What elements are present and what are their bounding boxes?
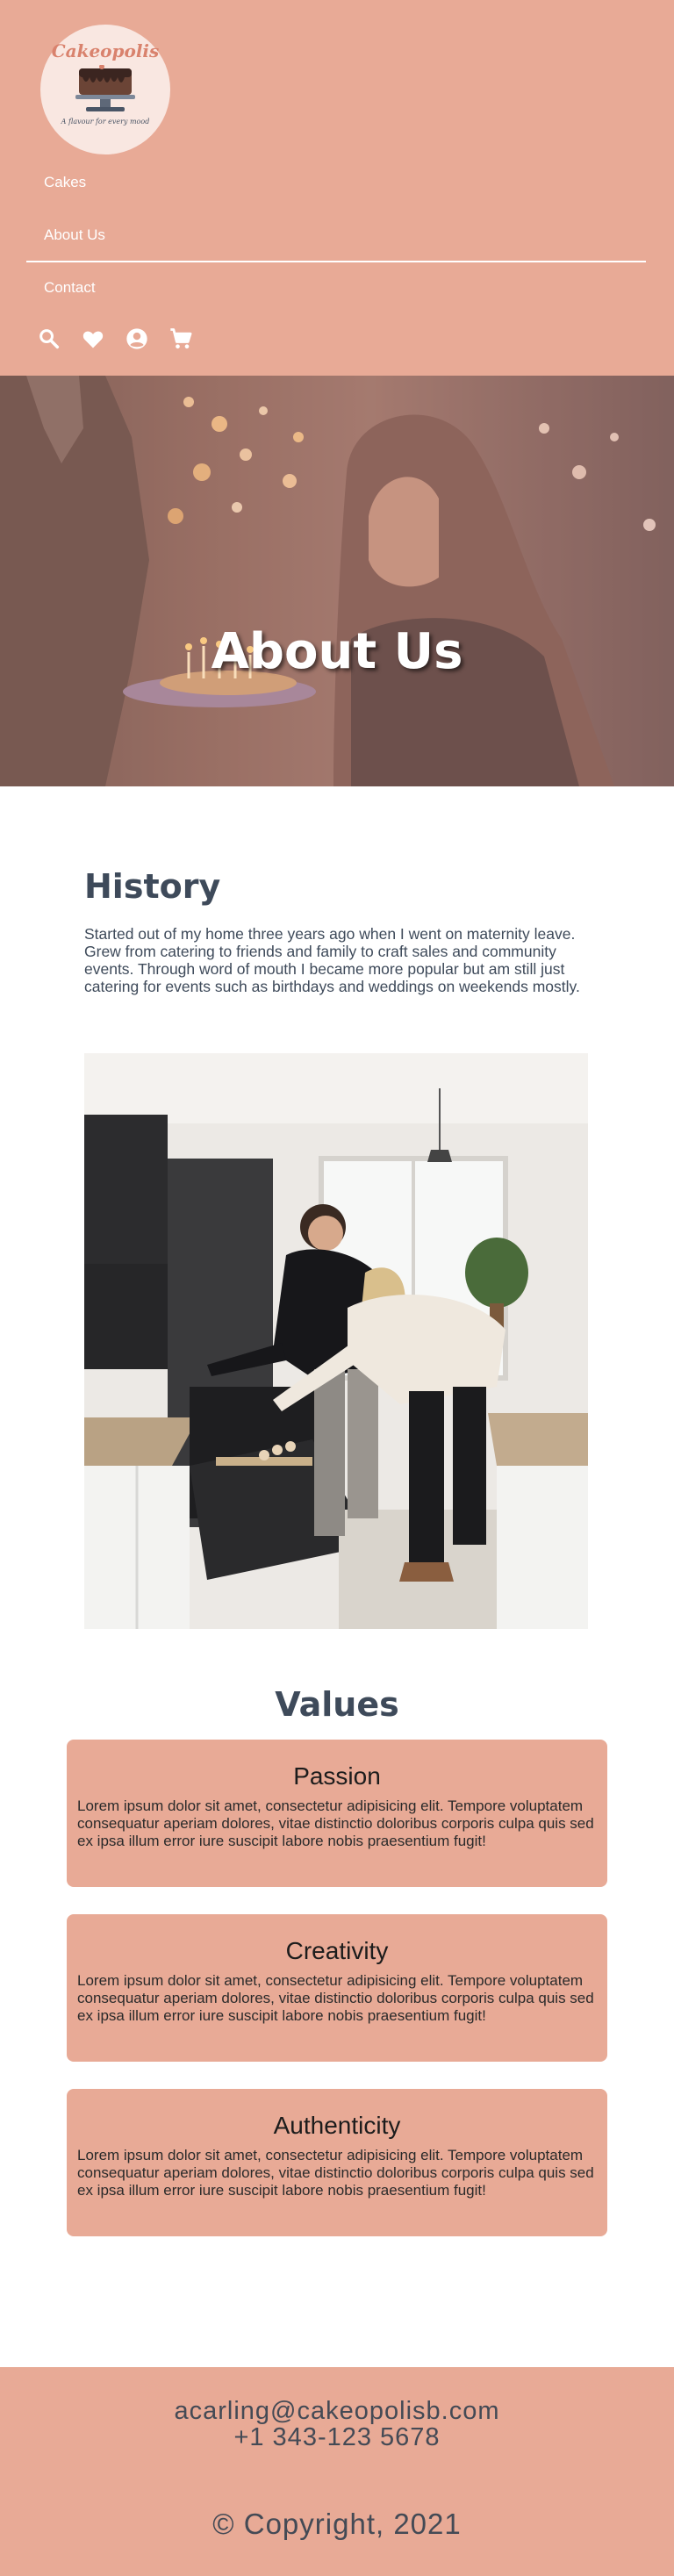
nav-item-contact[interactable]: Contact: [44, 279, 96, 297]
nav-item-cakes[interactable]: Cakes: [44, 174, 86, 191]
brand-tagline: A flavour for every mood: [61, 118, 150, 126]
value-title: Creativity: [285, 1937, 389, 1964]
values-heading: Values: [275, 1685, 399, 1724]
hero-overlay: [0, 376, 674, 786]
value-description: Lorem ipsum dolor sit amet, consectetur …: [77, 1797, 594, 1849]
search-icon[interactable]: [37, 326, 61, 351]
value-description: Lorem ipsum dolor sit amet, consectetur …: [77, 2147, 594, 2199]
heart-icon[interactable]: [81, 326, 105, 351]
logo[interactable]: Cakeopolis A flavour for every mood: [40, 25, 170, 154]
kitchen-illustration: [84, 1053, 588, 1629]
value-card-authenticity: Authenticity Lorem ipsum dolor sit amet,…: [67, 2089, 607, 2236]
value-card-passion: Passion Lorem ipsum dolor sit amet, cons…: [67, 1740, 607, 1887]
nav-active-underline: [26, 261, 646, 262]
brand-name: Cakeopolis: [51, 40, 160, 61]
site-footer: acarling@cakeopolisb.com +1 343-123 5678…: [0, 2367, 674, 2576]
cart-icon[interactable]: [168, 326, 193, 351]
hero-title: About Us: [211, 623, 463, 680]
footer-copyright: © Copyright, 2021: [212, 2508, 462, 2540]
value-description: Lorem ipsum dolor sit amet, consectetur …: [77, 1972, 594, 2024]
footer-phone-link[interactable]: +1 343-123 5678: [0, 2423, 674, 2452]
history-heading: History: [84, 867, 221, 906]
cake-logo-icon: [75, 65, 135, 111]
hero-banner: About Us: [0, 376, 674, 786]
nav-item-about-us[interactable]: About Us: [44, 226, 105, 244]
site-header: Cakeopolis A flavour for every mood Cake…: [0, 0, 674, 376]
value-card-creativity: Creativity Lorem ipsum dolor sit amet, c…: [67, 1914, 607, 2062]
account-icon[interactable]: [125, 326, 149, 351]
history-paragraph: Started out of my home three years ago w…: [84, 925, 580, 995]
kitchen-photo: [84, 1053, 588, 1629]
value-title: Passion: [293, 1762, 381, 1790]
value-title: Authenticity: [273, 2112, 401, 2139]
footer-email-link[interactable]: acarling@cakeopolisb.com: [0, 2397, 674, 2426]
